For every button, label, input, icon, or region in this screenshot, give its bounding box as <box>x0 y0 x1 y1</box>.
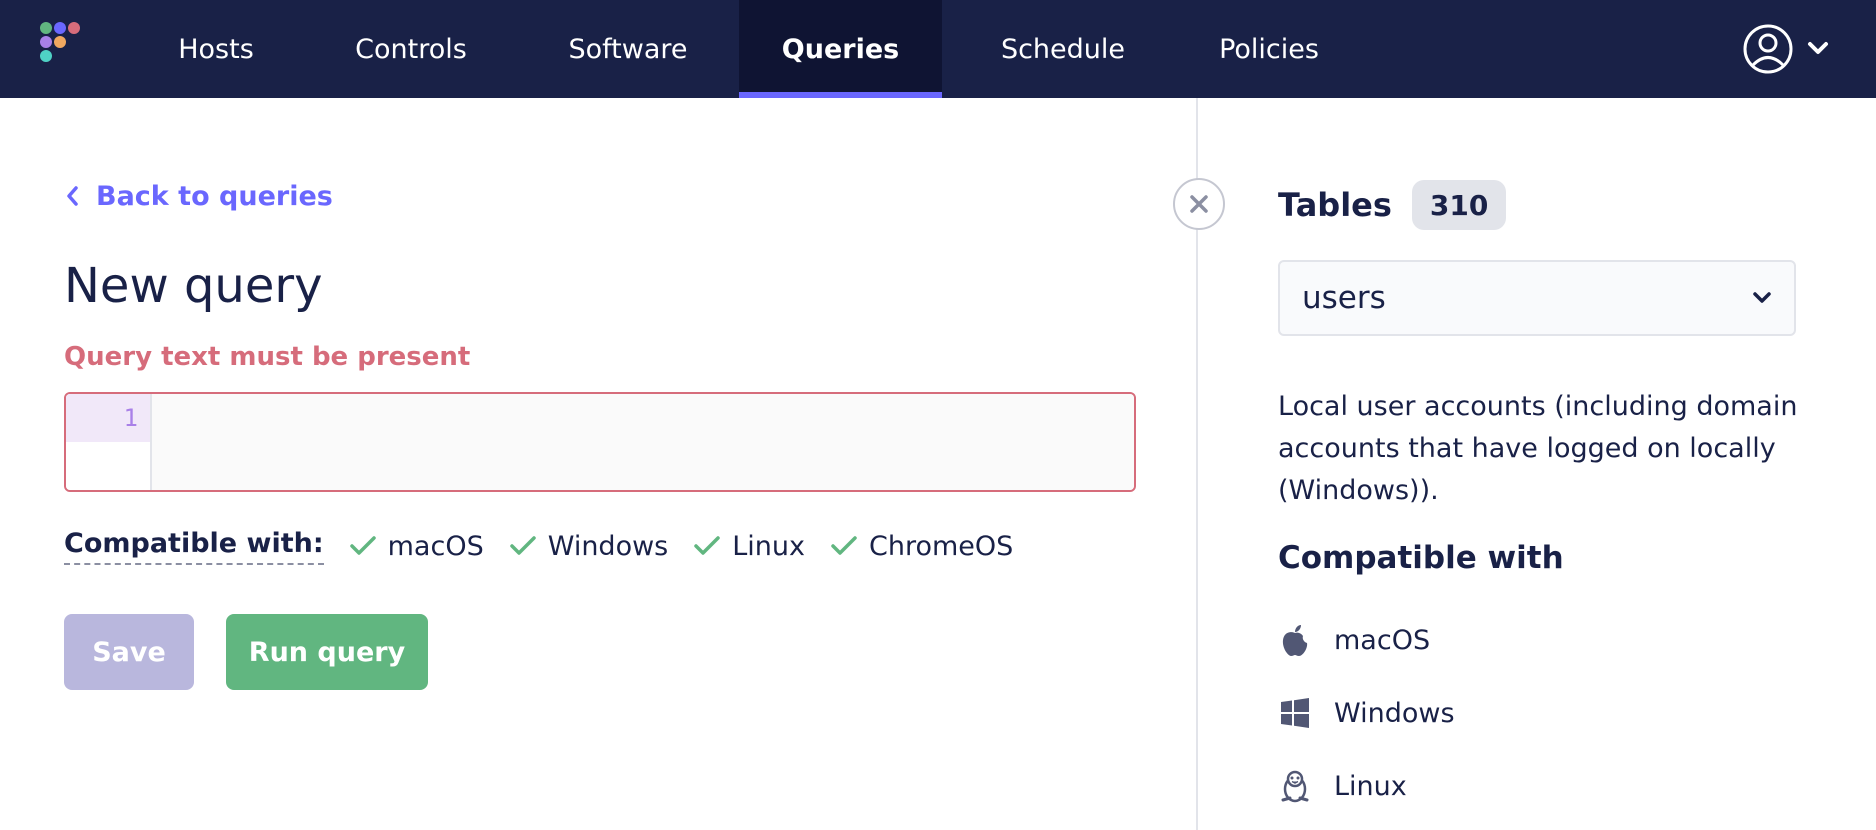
table-select-dropdown[interactable]: users <box>1278 260 1796 336</box>
query-error-message: Query text must be present <box>64 342 471 372</box>
sidebar-platform-label: Linux <box>1334 770 1407 802</box>
query-text-input[interactable] <box>154 394 1134 490</box>
sidebar-platform-label: Windows <box>1334 697 1455 729</box>
logo-dot <box>54 22 66 34</box>
sidebar-platform-macos: macOS <box>1278 620 1430 660</box>
sidebar-compatible-title: Compatible with <box>1278 540 1564 576</box>
check-icon <box>349 536 376 555</box>
run-query-button[interactable]: Run query <box>226 614 428 690</box>
check-icon <box>831 536 857 555</box>
compat-platform-label: macOS <box>387 530 484 562</box>
table-description: Local user accounts (including domain ac… <box>1278 391 1798 506</box>
compatible-with-label[interactable]: Compatible with: <box>64 528 324 565</box>
compat-platform-label: Linux <box>732 530 805 562</box>
check-icon <box>509 536 536 555</box>
line-number: 1 <box>66 394 150 442</box>
sidebar-platform-windows: Windows <box>1278 693 1455 733</box>
top-nav: Hosts Controls Software Queries Schedule… <box>0 0 1876 98</box>
check-icon <box>694 536 720 555</box>
compat-chromeos: ChromeOS <box>831 531 1013 562</box>
page-title: New query <box>64 258 323 314</box>
apple-icon <box>1278 623 1312 657</box>
nav-hosts[interactable]: Hosts <box>152 0 280 98</box>
back-to-queries-link[interactable]: Back to queries <box>64 176 333 216</box>
nav-controls[interactable]: Controls <box>330 0 492 98</box>
selected-table-value: users <box>1302 280 1386 316</box>
compat-linux: Linux <box>694 531 805 562</box>
compat-windows: Windows <box>509 530 669 562</box>
chevron-left-icon <box>67 186 78 206</box>
logo-dot <box>68 22 80 34</box>
save-button[interactable]: Save <box>64 614 194 690</box>
back-link-label: Back to queries <box>96 180 333 212</box>
compat-macos: macOS <box>349 530 484 562</box>
compatible-with-row: Compatible with: macOS Windows Linux Chr… <box>64 526 1039 566</box>
close-sidebar-button[interactable] <box>1173 178 1225 230</box>
query-editor: 1 <box>64 392 1136 492</box>
compat-platform-label: Windows <box>547 530 669 562</box>
nav-schedule[interactable]: Schedule <box>978 0 1148 98</box>
compat-platform-label: ChromeOS <box>869 530 1014 562</box>
logo-dot <box>40 36 52 48</box>
sidebar-platform-linux: Linux <box>1278 766 1407 806</box>
nav-queries[interactable]: Queries <box>739 0 942 98</box>
tables-count-badge: 310 <box>1411 180 1507 230</box>
logo-dot <box>40 50 52 62</box>
sidebar-platform-label: macOS <box>1334 624 1431 656</box>
tables-label: Tables <box>1278 186 1392 224</box>
tables-heading: Tables 310 <box>1278 180 1507 230</box>
linux-icon <box>1278 769 1312 803</box>
fleet-logo[interactable] <box>40 22 92 74</box>
nav-policies[interactable]: Policies <box>1196 0 1342 98</box>
windows-icon <box>1278 696 1312 730</box>
close-icon <box>1190 195 1208 213</box>
logo-dot <box>40 22 52 34</box>
user-menu[interactable] <box>1742 22 1838 76</box>
user-avatar-icon <box>1743 24 1828 74</box>
chevron-down-icon <box>1753 292 1771 303</box>
editor-gutter: 1 <box>66 394 152 490</box>
logo-dot <box>54 36 66 48</box>
nav-software[interactable]: Software <box>540 0 716 98</box>
